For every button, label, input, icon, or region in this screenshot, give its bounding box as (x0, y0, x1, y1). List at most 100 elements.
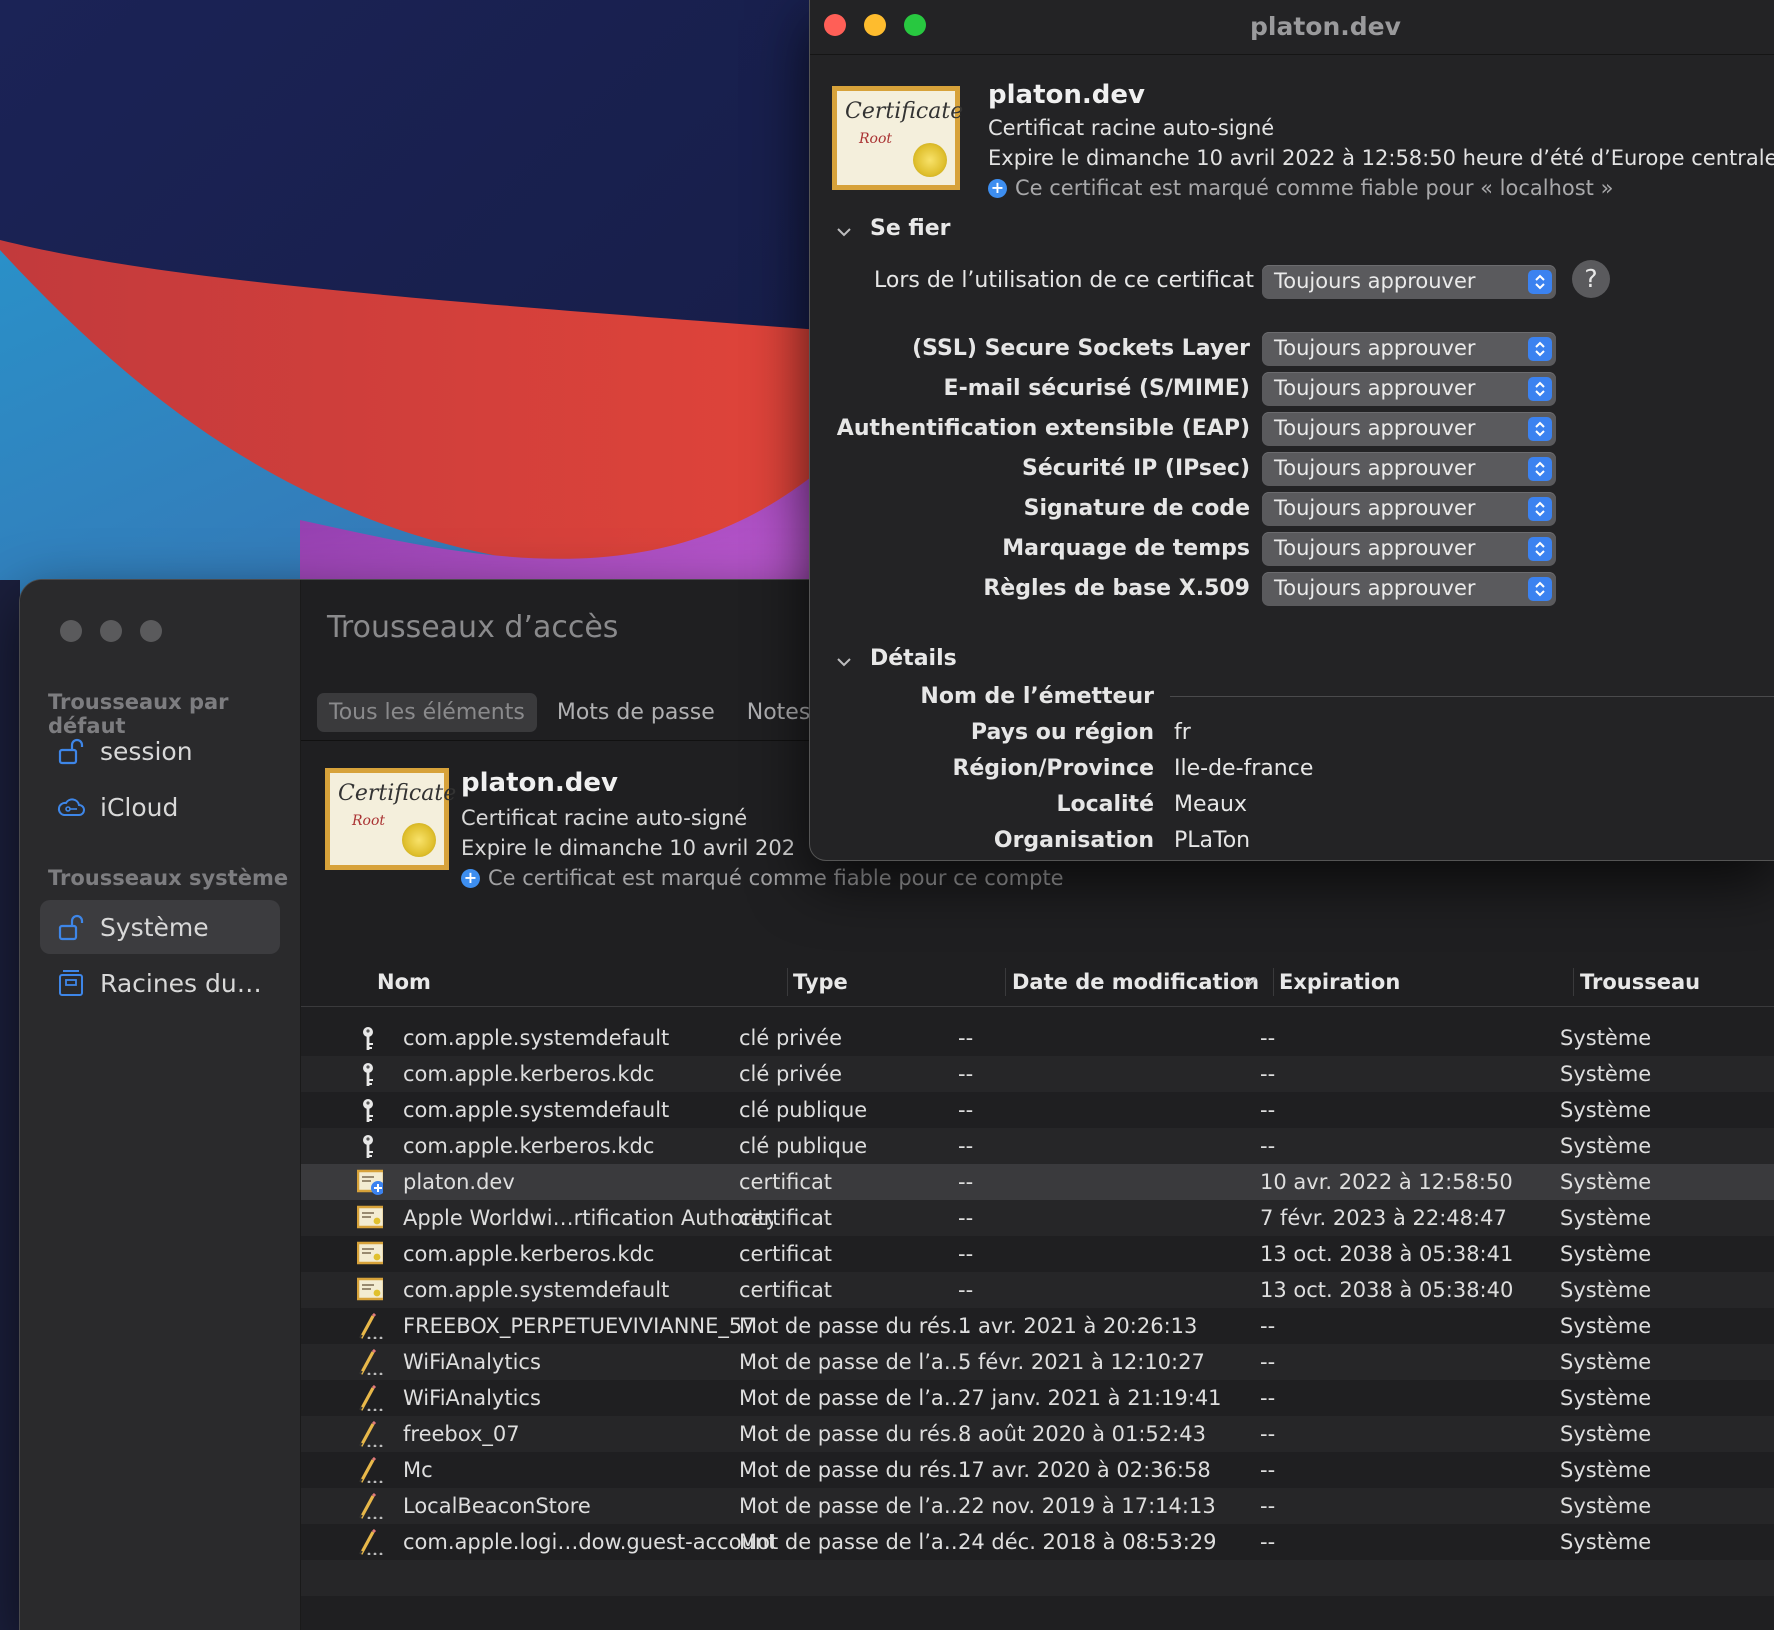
password-icon (357, 1349, 383, 1375)
icloud-icon (56, 792, 86, 822)
issuer-name-heading: Nom de l’émetteur (920, 684, 1154, 709)
policy-select[interactable]: Toujours approuver (1262, 332, 1556, 366)
table-row[interactable]: com.apple.systemdefault clé publique -- -- S… (301, 1092, 1774, 1128)
table-row[interactable]: com.apple.systemdefault clé privée -- -- Sys… (301, 1020, 1774, 1056)
cell-name: com.apple.kerberos.kdc (403, 1062, 655, 1086)
stepper-icon (1528, 337, 1552, 361)
certificate-icon (357, 1205, 383, 1231)
sidebar-item-label: Racines du… (100, 968, 262, 998)
cell-type: Mot de passe de l’a… (739, 1386, 965, 1410)
cell-keychain: Système (1560, 1350, 1652, 1374)
category-tabs: Tous les éléments Mots de passe Notes s (317, 693, 841, 732)
minimize-button[interactable] (100, 620, 122, 642)
table-row[interactable]: LocalBeaconStore Mot de passe de l’a… 22 n… (301, 1488, 1774, 1524)
column-header-name[interactable]: Nom (377, 970, 431, 994)
cell-modified: -- (958, 1098, 974, 1122)
close-button[interactable] (60, 620, 82, 642)
help-button[interactable]: ? (1572, 260, 1610, 298)
cell-expiration: 13 oct. 2038 à 05:38:40 (1260, 1278, 1514, 1302)
certificate-name: platon.dev (988, 80, 1145, 110)
cell-expiration: -- (1260, 1062, 1276, 1086)
certificate-icon (357, 1241, 383, 1267)
cell-keychain: Système (1560, 1098, 1652, 1122)
table-row[interactable]: com.apple.logi…dow.guest-account Mot de p… (301, 1524, 1774, 1560)
trust-disclosure[interactable]: Se fier (836, 216, 951, 241)
tab-all-items[interactable]: Tous les éléments (317, 693, 537, 732)
window-controls (824, 14, 926, 36)
column-header-type[interactable]: Type (793, 970, 848, 994)
sidebar-item-racines[interactable]: Racines du… (40, 956, 280, 1010)
cell-name: Mc (403, 1458, 433, 1482)
cell-name: com.apple.kerberos.kdc (403, 1242, 655, 1266)
issuer-divider (1170, 696, 1774, 697)
sidebar-item-session[interactable]: session (40, 724, 280, 778)
certificate-thumbnail: Certificate Root (832, 86, 963, 190)
cell-type: certificat (739, 1242, 833, 1266)
key-icon (357, 1097, 383, 1123)
policy-label: Sécurité IP (IPsec) (1021, 456, 1250, 481)
cell-modified: 24 déc. 2018 à 08:53:29 (958, 1530, 1217, 1554)
table-row[interactable]: WiFiAnalytics Mot de passe de l’a… 27 janv… (301, 1380, 1774, 1416)
cell-name: FREEBOX_PERPETUEVIVIANNE_57 (403, 1314, 756, 1338)
policy-label: Règles de base X.509 (983, 576, 1250, 601)
cell-name: com.apple.systemdefault (403, 1098, 670, 1122)
cell-modified: 5 févr. 2021 à 12:10:27 (958, 1350, 1205, 1374)
policy-select[interactable]: Toujours approuver (1262, 532, 1556, 566)
policy-select[interactable]: Toujours approuver (1262, 452, 1556, 486)
trusted-certificate-icon (357, 1169, 383, 1195)
stepper-icon (1528, 377, 1552, 401)
policy-select[interactable]: Toujours approuver (1262, 372, 1556, 406)
chevron-down-icon (836, 651, 852, 667)
cell-expiration: -- (1260, 1530, 1276, 1554)
password-icon (357, 1421, 383, 1447)
policy-select[interactable]: Toujours approuver (1262, 412, 1556, 446)
cell-type: clé privée (739, 1062, 843, 1086)
minimize-button[interactable] (864, 14, 886, 36)
zoom-button[interactable] (904, 14, 926, 36)
certificate-icon: Certificate Root (832, 86, 963, 190)
table-header: Nom Type Date de modification Expiration… (301, 958, 1774, 1007)
detail-value: Ile-de-france (1174, 756, 1314, 781)
cell-modified: -- (958, 1206, 974, 1230)
table-row[interactable]: platon.dev certificat -- 10 avr. 2022 à 12:… (301, 1164, 1774, 1200)
cell-name: freebox_07 (403, 1422, 520, 1446)
cell-expiration: -- (1260, 1386, 1276, 1410)
table-row[interactable]: FREEBOX_PERPETUEVIVIANNE_57 Mot de passe … (301, 1308, 1774, 1344)
table-row[interactable]: com.apple.kerberos.kdc clé publique -- -- Sy… (301, 1128, 1774, 1164)
cell-modified: -- (958, 1242, 974, 1266)
table-row[interactable]: Mc Mot de passe du rés… 17 avr. 2020 à 02:… (301, 1452, 1774, 1488)
cell-expiration: 10 avr. 2022 à 12:58:50 (1260, 1170, 1513, 1194)
policy-select[interactable]: Toujours approuver (1262, 492, 1556, 526)
sort-chevron-icon[interactable] (1241, 972, 1259, 994)
details-disclosure[interactable]: Détails (836, 646, 957, 671)
stepper-icon (1528, 270, 1552, 294)
column-header-keychain[interactable]: Trousseau (1580, 970, 1700, 994)
table-row[interactable]: WiFiAnalytics Mot de passe de l’a… 5 févr.… (301, 1344, 1774, 1380)
when-using-select[interactable]: Toujours approuver (1262, 265, 1556, 299)
key-icon (357, 1061, 383, 1087)
table-row[interactable]: Apple Worldwi…rtification Authority certi… (301, 1200, 1774, 1236)
zoom-button[interactable] (140, 620, 162, 642)
cell-expiration: -- (1260, 1098, 1276, 1122)
items-table: com.apple.systemdefault clé privée -- -- Sys… (301, 1020, 1774, 1630)
policy-select[interactable]: Toujours approuver (1262, 572, 1556, 606)
column-header-expiration[interactable]: Expiration (1279, 970, 1400, 994)
tab-passwords[interactable]: Mots de passe (545, 693, 727, 732)
password-icon (357, 1385, 383, 1411)
sidebar-item-systeme[interactable]: Système (40, 900, 280, 954)
cell-keychain: Système (1560, 1314, 1652, 1338)
table-row[interactable]: com.apple.systemdefault certificat -- 13 oc… (301, 1272, 1774, 1308)
cell-keychain: Système (1560, 1206, 1652, 1230)
cell-type: Mot de passe du rés… (739, 1458, 971, 1482)
table-row[interactable]: com.apple.kerberos.kdc certificat -- 13 oct… (301, 1236, 1774, 1272)
column-header-modified[interactable]: Date de modification (1012, 970, 1259, 994)
table-row[interactable]: com.apple.kerberos.kdc clé privée -- -- Syst… (301, 1056, 1774, 1092)
cell-name: Apple Worldwi…rtification Authority (403, 1206, 773, 1230)
sidebar-item-icloud[interactable]: iCloud (40, 780, 280, 834)
window-title: Trousseaux d’accès (327, 610, 619, 645)
cell-expiration: -- (1260, 1494, 1276, 1518)
close-button[interactable] (824, 14, 846, 36)
table-row[interactable]: freebox_07 Mot de passe du rés… 8 août 202… (301, 1416, 1774, 1452)
cell-type: clé privée (739, 1026, 843, 1050)
sidebar-section-system: Trousseaux système (48, 866, 289, 890)
